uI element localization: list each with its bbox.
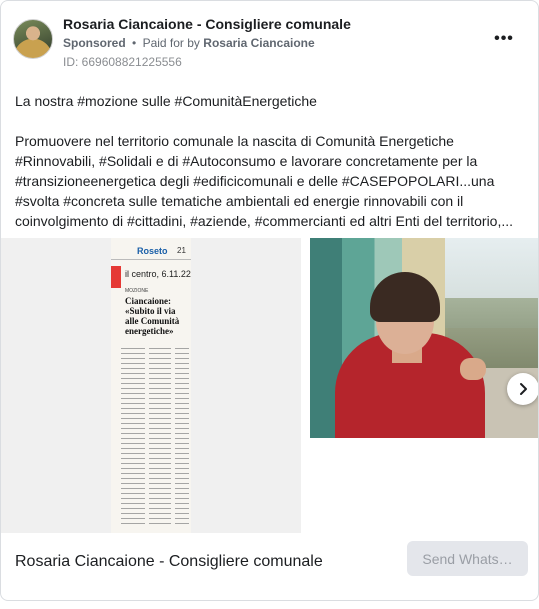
carousel-next-button[interactable] [507, 373, 538, 405]
paid-for-prefix: Paid for by [142, 36, 200, 50]
ad-card: Rosaria Ciancaione - Consigliere comunal… [0, 0, 539, 601]
avatar[interactable] [13, 19, 53, 59]
more-options-button[interactable]: ••• [492, 27, 516, 51]
dateline: il centro, 6.11.22 [125, 269, 191, 279]
separator-dot: • [132, 36, 137, 50]
paid-for-by: Rosaria Ciancaione [203, 36, 315, 50]
post-line: La nostra #mozione sulle #ComunitàEnerge… [15, 93, 317, 109]
post-paragraph-line: #svolta #concreta sulle tematiche ambien… [15, 193, 464, 209]
newspaper-headline: Ciancaione: «Subito il via alle Comunità… [125, 296, 180, 336]
page-name[interactable]: Rosaria Ciancaione - Consigliere comunal… [63, 16, 351, 32]
masthead-city: Roseto [137, 246, 168, 256]
red-marker [111, 266, 121, 288]
ad-id: ID: 669608821225556 [63, 55, 182, 69]
image-carousel[interactable]: Roseto 21 il centro, 6.11.22 MOZIONE Cia… [1, 238, 538, 533]
post-paragraph-line: #Rinnovabili, #Solidali e di #Autoconsum… [15, 153, 478, 169]
footer-page-name[interactable]: Rosaria Ciancaione - Consigliere comunal… [15, 553, 323, 571]
newspaper-clipping: Roseto 21 il centro, 6.11.22 MOZIONE Cia… [111, 238, 191, 533]
sponsored-label: Sponsored [63, 36, 126, 50]
kicker: MOZIONE [125, 288, 149, 294]
page-number: 21 [177, 246, 186, 255]
sponsored-line: Sponsored • Paid for by Rosaria Ciancaio… [63, 36, 315, 50]
post-paragraph-line: coinvolgimento di #cittadini, #aziende, … [15, 213, 514, 229]
ad-header: Rosaria Ciancaione - Consigliere comunal… [13, 13, 526, 73]
more-horizontal-icon: ••• [494, 30, 514, 47]
carousel-slide-portrait[interactable] [310, 238, 538, 438]
chevron-right-icon [520, 383, 527, 395]
send-whatsapp-button[interactable]: Send Whats… [407, 541, 528, 576]
ad-footer: Rosaria Ciancaione - Consigliere comunal… [1, 533, 538, 593]
post-paragraph-line: Promuovere nel territorio comunale la na… [15, 133, 454, 149]
carousel-slide-newspaper[interactable]: Roseto 21 il centro, 6.11.22 MOZIONE Cia… [1, 238, 301, 533]
post-text: La nostra #mozione sulle #ComunitàEnerge… [15, 91, 520, 231]
post-paragraph-line: #transizioneenergetica degli #edificicom… [15, 173, 495, 189]
